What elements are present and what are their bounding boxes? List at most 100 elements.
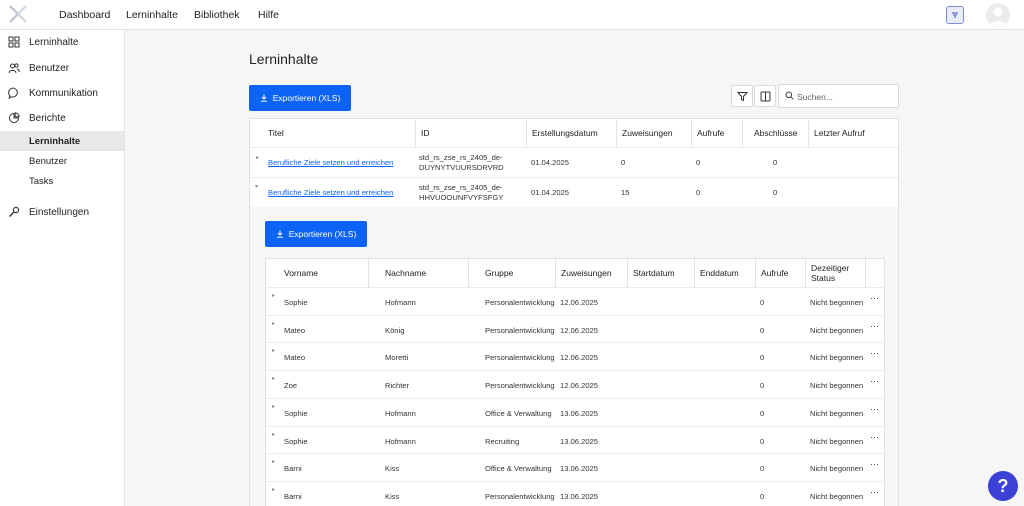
sidebar-item-einstellungen[interactable]: Einstellungen — [0, 202, 124, 222]
views-count: 0 — [760, 436, 765, 446]
expand-caret-icon[interactable]: ▸ — [256, 154, 259, 161]
content-title-link[interactable]: Berufliche Ziele setzen und erreichen — [268, 158, 393, 168]
header-startdatum[interactable]: Startdatum — [628, 259, 695, 287]
views-count: 0 — [760, 325, 765, 335]
export-xls-button[interactable]: Exportieren (XLS) — [249, 85, 351, 111]
download-icon — [276, 230, 283, 238]
filter-button[interactable] — [731, 85, 753, 107]
last-name: Richter — [385, 381, 410, 391]
expand-caret-icon[interactable]: ▸ — [272, 347, 275, 354]
more-actions-icon[interactable]: ⋯ — [870, 432, 879, 443]
export-label: Exportieren (XLS) — [288, 229, 357, 239]
chat-icon — [8, 87, 18, 99]
table-row[interactable]: ▸ Barni Kiss Office & Verwaltung 13.06.2025 0… — [266, 453, 884, 481]
header-abschluesse[interactable]: Abschlüsse — [743, 119, 809, 147]
group-name: Office & Verwaltung — [485, 408, 552, 418]
avatar[interactable] — [986, 3, 1010, 27]
status-text: Nicht begonnen — [810, 325, 864, 335]
views-count: 0 — [696, 158, 701, 167]
header-letzter-aufruf[interactable]: Letzter Aufruf — [809, 119, 899, 147]
last-name: Kiss — [385, 491, 400, 501]
assigned-date: 12.06.2025 — [560, 325, 599, 335]
expand-caret-icon[interactable]: ▸ — [272, 292, 275, 299]
header-aufrufe[interactable]: Aufrufe — [692, 119, 743, 147]
status-text: Nicht begonnen — [810, 436, 864, 446]
more-actions-icon[interactable]: ⋯ — [870, 293, 879, 304]
table-row[interactable]: ▸ Sophie Hofmann Recruiting 13.06.2025 0 Nicht… — [266, 425, 884, 454]
sidebar-subitem-tasks[interactable]: Tasks — [0, 171, 124, 191]
expand-caret-icon[interactable]: ▸ — [272, 486, 275, 493]
more-actions-icon[interactable]: ⋯ — [870, 376, 879, 387]
table-row[interactable]: ▸ Barni Kiss Personalentwicklung 13.06.2025 0… — [266, 480, 884, 506]
more-actions-icon[interactable]: ⋯ — [870, 487, 879, 498]
header-nachname[interactable]: Nachname — [369, 259, 469, 287]
more-actions-icon[interactable]: ⋯ — [870, 404, 879, 415]
table-row[interactable]: ▸ Berufliche Ziele setzen und erreichen … — [250, 147, 898, 177]
last-name: Moretti — [385, 353, 409, 363]
content-title-link[interactable]: Berufliche Ziele setzen und erreichen — [268, 188, 393, 198]
help-button[interactable]: ? — [988, 471, 1018, 501]
group-name: Personalentwicklung — [485, 325, 555, 335]
header-enddatum[interactable]: Enddatum — [695, 259, 756, 287]
views-count: 0 — [760, 353, 765, 363]
sidebar-item-label: Benutzer — [29, 62, 70, 74]
more-actions-icon[interactable]: ⋯ — [870, 321, 879, 332]
logo-icon[interactable] — [8, 4, 28, 24]
expand-caret-icon[interactable]: ▸ — [272, 320, 275, 327]
table-row[interactable]: ▾ Berufliche Ziele setzen und erreichen … — [250, 177, 898, 207]
search-icon — [785, 91, 794, 100]
topnav-lerninhalte[interactable]: Lerninhalte — [126, 9, 178, 21]
sidebar-subitem-label: Lerninhalte — [29, 136, 81, 147]
download-icon — [260, 94, 267, 102]
header-erstellungsdatum[interactable]: Erstellungsdatum — [527, 119, 617, 147]
header-zuweisungen[interactable]: Zuweisungen — [556, 259, 628, 287]
header-aufrufe[interactable]: Aufrufe — [756, 259, 806, 287]
assigned-date: 13.06.2025 — [560, 436, 599, 446]
header-status[interactable]: Dezeitiger Status — [806, 259, 866, 287]
sidebar-subitem-benutzer[interactable]: Benutzer — [0, 151, 124, 171]
completions-count: 0 — [773, 158, 778, 167]
content-id: std_rs_zse_rs_2405_de- DUYNYTVUURSDRVRD — [419, 153, 504, 173]
panel-toggle-button[interactable] — [946, 6, 964, 24]
search-input[interactable] — [797, 90, 895, 104]
header-gruppe[interactable]: Gruppe — [469, 259, 556, 287]
sidebar-item-kommunikation[interactable]: Kommunikation — [0, 83, 124, 103]
header-actions — [866, 259, 885, 287]
expand-caret-icon[interactable]: ▸ — [272, 403, 275, 410]
wrench-icon — [9, 206, 20, 217]
table-row[interactable]: ▸ Zoe Richter Personalentwicklung 12.06.2025… — [266, 370, 884, 398]
sidebar-subitem-label: Tasks — [29, 176, 54, 187]
assigned-date: 12.06.2025 — [560, 298, 599, 307]
sidebar-item-berichte[interactable]: Berichte — [0, 108, 124, 128]
assignments-table: Vorname Nachname Gruppe Zuweisungen Star… — [265, 258, 885, 506]
expand-caret-icon[interactable]: ▸ — [272, 458, 275, 465]
last-name: Kiss — [385, 464, 400, 474]
content-id: std_rs_zse_rs_2405_de- HHVUOOUNFVYFSFGY — [419, 183, 504, 203]
more-actions-icon[interactable]: ⋯ — [870, 459, 879, 470]
header-id[interactable]: ID — [416, 119, 527, 147]
first-name: Sophie — [284, 408, 308, 418]
content-table: Titel ID Erstellungsdatum Zuweisungen Au… — [249, 118, 899, 506]
topnav-bibliothek[interactable]: Bibliothek — [194, 9, 240, 21]
sidebar-item-label: Einstellungen — [29, 206, 90, 218]
topnav-dashboard[interactable]: Dashboard — [59, 9, 110, 21]
table-row[interactable]: ▸ Mateo Moretti Personalentwicklung 12.06.20… — [266, 342, 884, 370]
detail-export-xls-button[interactable]: Exportieren (XLS) — [265, 221, 367, 247]
grid-icon — [8, 36, 20, 48]
collapse-caret-icon[interactable]: ▾ — [255, 183, 258, 190]
expand-caret-icon[interactable]: ▸ — [272, 375, 275, 382]
sidebar-item-benutzer[interactable]: Benutzer — [0, 58, 124, 78]
table-row[interactable]: ▸ Sophie Hofmann Personalentwicklung 12.06.2… — [266, 287, 884, 315]
header-vorname[interactable]: Vorname — [266, 259, 369, 287]
sidebar-subitem-lerninhalte[interactable]: Lerninhalte — [0, 131, 124, 151]
topnav-hilfe[interactable]: Hilfe — [258, 9, 279, 21]
header-zuweisungen[interactable]: Zuweisungen — [617, 119, 692, 147]
header-titel[interactable]: Titel — [250, 119, 416, 147]
table-row[interactable]: ▸ Sophie Hofmann Office & Verwaltung 13.06.2… — [266, 397, 884, 426]
columns-button[interactable] — [754, 85, 776, 107]
expand-caret-icon[interactable]: ▸ — [272, 431, 275, 438]
sidebar-item-lerninhalte[interactable]: Lerninhalte — [0, 32, 124, 52]
table-row[interactable]: ▸ Mateo König Personalentwicklung 12.06.2025… — [266, 314, 884, 343]
more-actions-icon[interactable]: ⋯ — [870, 348, 879, 359]
sidebar-item-label: Kommunikation — [29, 87, 98, 99]
